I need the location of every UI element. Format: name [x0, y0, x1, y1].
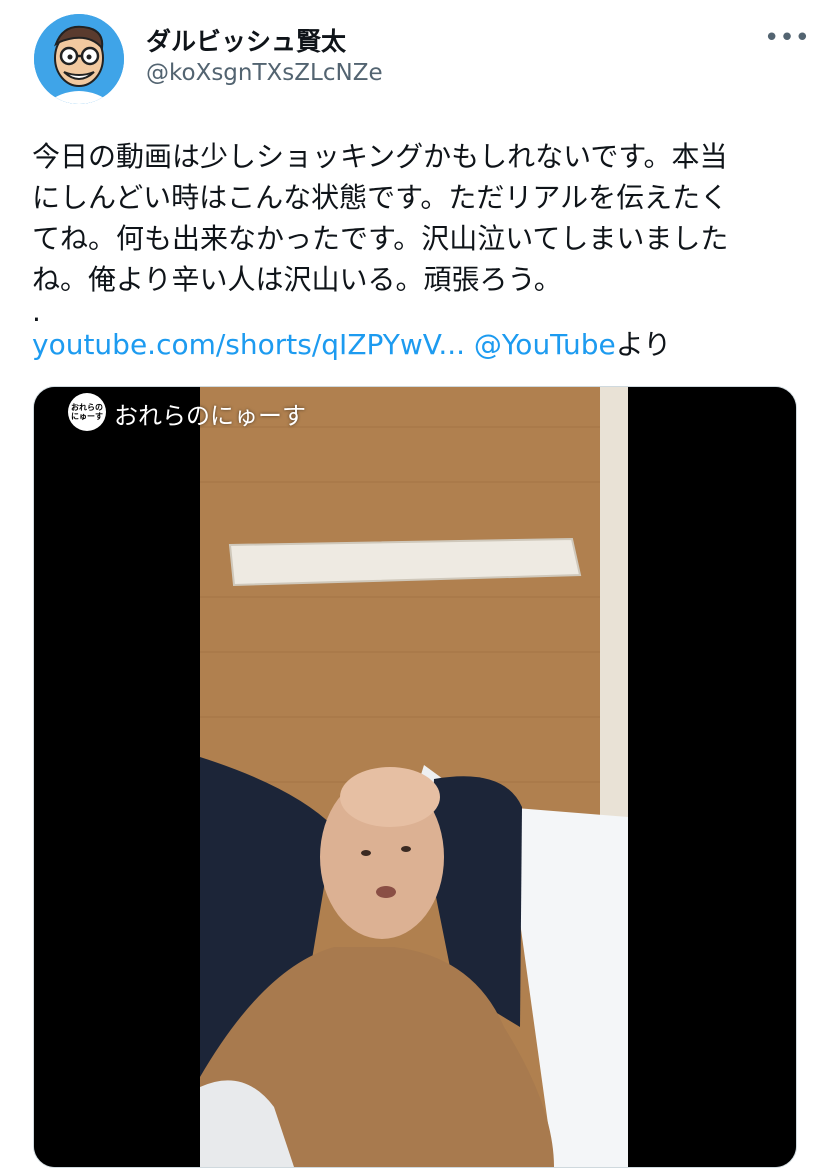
tweet-text-line: 今日の動画は少しショッキングかもしれないです。本当 [32, 140, 728, 173]
video-player[interactable]: おれらのにゅーす おれらのにゅーす [34, 387, 796, 1167]
link-suffix: より [615, 328, 672, 361]
author-handle[interactable]: @koXsgnTXsZLcNZe [146, 60, 383, 86]
author-display-name[interactable]: ダルビッシュ賢太 [146, 22, 346, 58]
tweet-text-line: にしんどい時はこんな状態です。ただリアルを伝えたく [32, 181, 729, 214]
tweet-links: youtube.com/shorts/qIZPYwV... @YouTubeより [32, 324, 802, 365]
more-options-icon[interactable]: ••• [764, 25, 810, 51]
author-avatar[interactable] [34, 14, 124, 104]
video-thumbnail [34, 387, 796, 1167]
youtube-mention-link[interactable]: @YouTube [474, 328, 616, 361]
tweet-text-line: ね。俺より辛い人は沢山いる。頑張ろう。 [32, 263, 562, 296]
youtube-link[interactable]: youtube.com/shorts/qIZPYwV... [32, 328, 465, 361]
tweet-text-line: てね。何も出来なかったです。沢山泣いてしまいました [32, 222, 729, 255]
channel-logo-icon[interactable]: おれらのにゅーす [68, 393, 106, 431]
tweet-text-dot: . [32, 295, 41, 328]
channel-name[interactable]: おれらのにゅーす [114, 396, 306, 431]
tweet-text: 今日の動画は少しショッキングかもしれないです。本当 にしんどい時はこんな状態です… [32, 136, 802, 365]
video-card[interactable]: おれらのにゅーす おれらのにゅーす [33, 386, 797, 1168]
cartoon-avatar-icon [34, 14, 124, 104]
